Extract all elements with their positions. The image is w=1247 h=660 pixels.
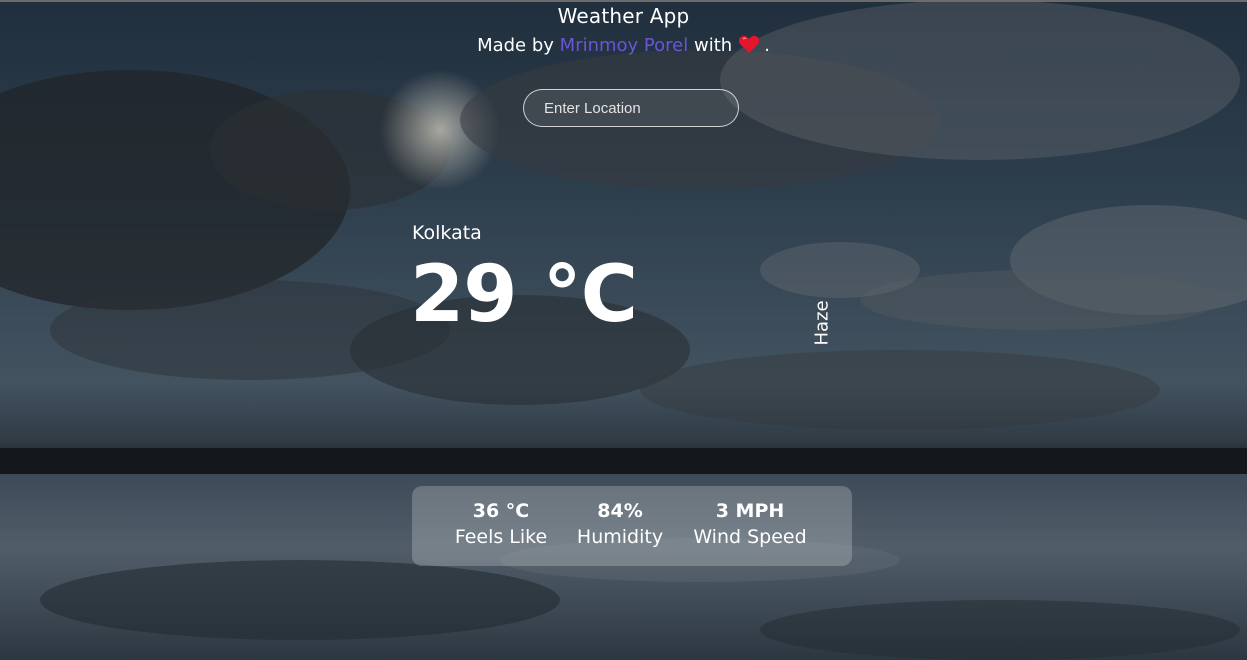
stat-wind-speed: 3 MPH Wind Speed xyxy=(688,500,812,548)
stat-value: 36 °C xyxy=(472,500,530,522)
credit-prefix: Made by xyxy=(477,35,554,56)
temperature: 29 °C xyxy=(410,250,638,340)
stat-feels-like: 36 °C Feels Like xyxy=(448,500,554,548)
top-border xyxy=(0,0,1247,2)
credit-with: with xyxy=(693,35,733,56)
stat-value: 3 MPH xyxy=(715,500,785,522)
stat-humidity: 84% Humidity xyxy=(570,500,670,548)
location-input[interactable] xyxy=(524,90,738,126)
location-search-box xyxy=(523,89,739,127)
stat-label: Wind Speed xyxy=(693,526,807,548)
heart-icon xyxy=(738,34,760,54)
weather-stats-panel: 36 °C Feels Like 84% Humidity 3 MPH Wind… xyxy=(412,486,852,566)
stat-label: Humidity xyxy=(576,526,664,548)
weather-condition: Haze xyxy=(811,300,833,346)
weather-app: Weather App Made by Mrinmoy Porel with. … xyxy=(0,0,1247,660)
stat-label: Feels Like xyxy=(454,526,548,548)
app-title: Weather App xyxy=(557,4,690,28)
credit-suffix: . xyxy=(764,35,770,56)
author-link[interactable]: Mrinmoy Porel xyxy=(560,35,689,56)
credit-line: Made by Mrinmoy Porel with. xyxy=(0,34,1247,56)
city-name: Kolkata xyxy=(412,222,482,244)
stat-value: 84% xyxy=(597,500,643,522)
